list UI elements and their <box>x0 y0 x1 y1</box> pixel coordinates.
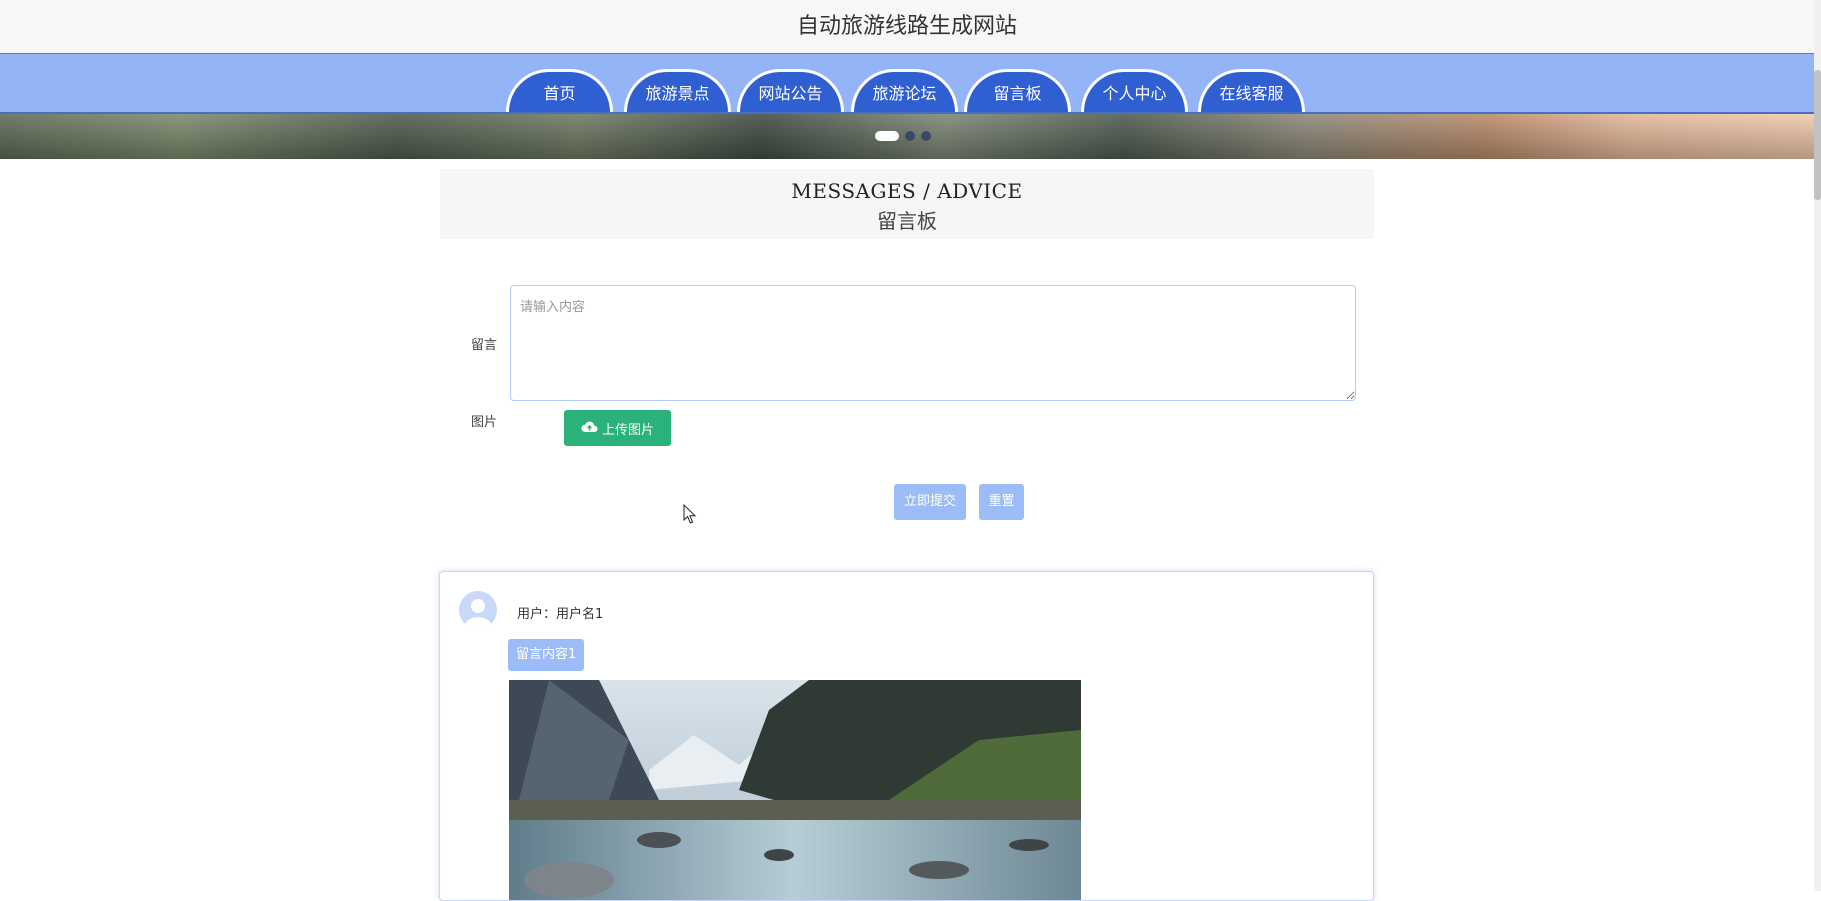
section-title-en: MESSAGES / ADVICE <box>791 179 1023 203</box>
section-title-cn: 留言板 <box>877 209 937 233</box>
submit-button[interactable]: 立即提交 <box>894 484 966 520</box>
message-card: 用户：用户名1 留言内容1 <box>439 571 1374 901</box>
nav-tab-online-service[interactable]: 在线客服 <box>1198 69 1305 112</box>
reset-button[interactable]: 重置 <box>979 484 1024 520</box>
message-user: 用户：用户名1 <box>517 607 604 622</box>
upload-image-label: 上传图片 <box>601 421 654 437</box>
nav-tab-attractions[interactable]: 旅游景点 <box>624 69 731 112</box>
nav-tab-announcements[interactable]: 网站公告 <box>737 69 844 112</box>
section-title: MESSAGES / ADVICE 留言板 <box>440 169 1374 239</box>
carousel-indicators <box>875 131 931 141</box>
carousel-dot-3[interactable] <box>921 131 931 141</box>
carousel-dot-2[interactable] <box>905 131 915 141</box>
nav-tab-forum[interactable]: 旅游论坛 <box>851 69 958 112</box>
main-navbar: 首页 旅游景点 网站公告 旅游论坛 留言板 个人中心 在线客服 <box>0 54 1814 114</box>
page-scrollbar[interactable] <box>1814 0 1821 891</box>
mouse-cursor-icon <box>683 503 697 529</box>
message-textarea[interactable] <box>510 285 1356 401</box>
upload-image-button[interactable]: 上传图片 <box>564 410 671 446</box>
user-avatar-icon <box>459 591 497 633</box>
message-image[interactable] <box>509 680 1081 900</box>
message-content: 留言内容1 <box>508 639 585 671</box>
site-header: 自动旅游线路生成网站 <box>0 0 1814 54</box>
image-label: 图片 <box>471 415 498 430</box>
scrollbar-thumb[interactable] <box>1814 70 1821 200</box>
cloud-upload-icon <box>581 420 598 436</box>
nav-tab-home[interactable]: 首页 <box>506 69 613 112</box>
message-label: 留言 <box>471 338 498 353</box>
nav-tab-message-board[interactable]: 留言板 <box>964 69 1071 112</box>
site-title: 自动旅游线路生成网站 <box>796 14 1017 39</box>
nav-tab-personal-center[interactable]: 个人中心 <box>1081 69 1188 112</box>
banner-carousel <box>0 114 1814 159</box>
carousel-dot-1[interactable] <box>875 131 899 141</box>
